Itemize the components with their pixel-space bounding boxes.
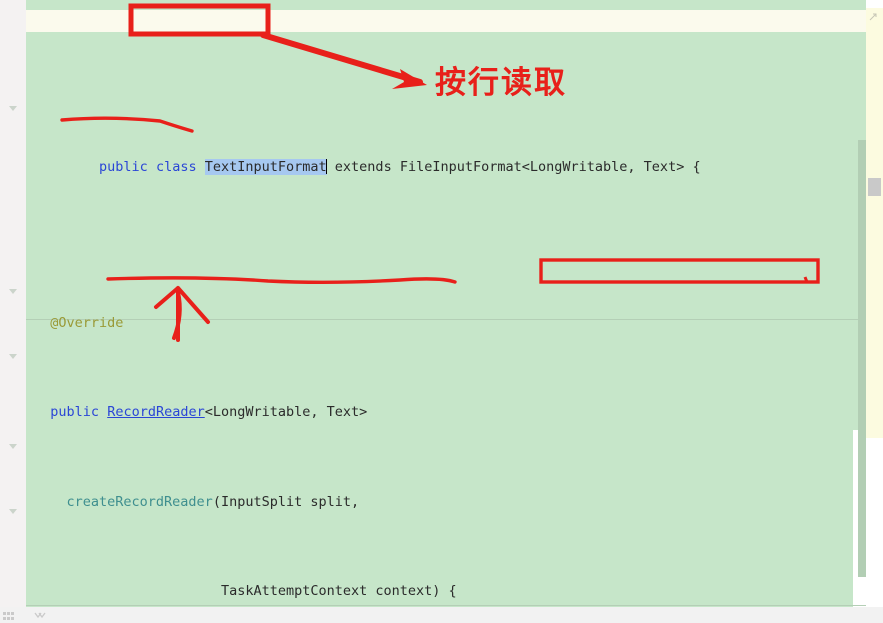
status-bar [0, 607, 883, 623]
ide-window: @InterfaceStability.Stable public class … [0, 0, 883, 623]
annotation-note-chinese: 按行读取 [435, 65, 567, 101]
chevron-down-icon[interactable] [34, 611, 46, 620]
inspection-status-icon[interactable] [869, 13, 877, 21]
editor-gutter[interactable] [0, 0, 26, 607]
selected-class-name[interactable]: TextInputFormat [204, 159, 327, 176]
fold-marker-icon[interactable] [9, 508, 18, 517]
scrollbar-marker-chip[interactable] [868, 178, 881, 196]
fold-marker-icon[interactable] [9, 288, 18, 297]
scrollbar-thumb[interactable] [858, 140, 866, 577]
code-token-link[interactable]: RecordReader [107, 404, 205, 420]
code-line-blank[interactable] [26, 223, 866, 245]
code-line-class-decl[interactable]: public class TextInputFormat extends Fil… [26, 134, 866, 176]
code-line[interactable]: TaskAttemptContext context) { [26, 580, 866, 602]
fold-marker-icon[interactable] [9, 105, 18, 114]
error-stripe-marker[interactable] [866, 8, 883, 438]
code-line[interactable]: createRecordReader(InputSplit split, [26, 491, 866, 513]
code-editor[interactable]: @InterfaceStability.Stable public class … [0, 0, 866, 607]
grid-icon[interactable] [3, 612, 14, 620]
text-caret [326, 159, 328, 175]
code-line[interactable]: public RecordReader<LongWritable, Text> [26, 401, 866, 423]
fold-marker-icon[interactable] [9, 443, 18, 452]
fold-marker-icon[interactable] [9, 353, 18, 362]
code-line[interactable]: @Override [26, 312, 866, 334]
